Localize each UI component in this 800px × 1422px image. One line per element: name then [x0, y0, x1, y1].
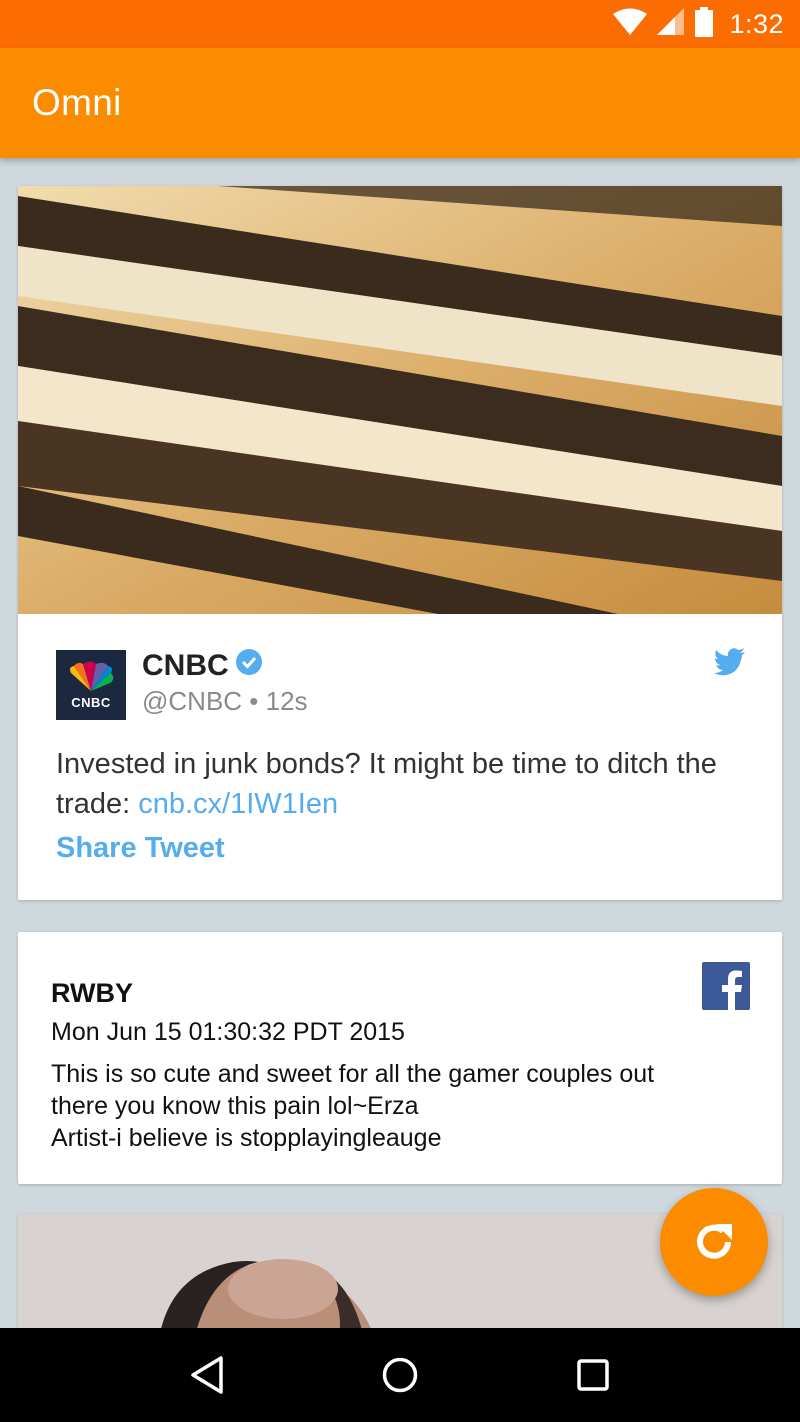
home-icon [382, 1357, 418, 1393]
back-icon [190, 1356, 223, 1394]
recents-icon [577, 1359, 610, 1391]
facebook-text-line: This is so cute and sweet for all the ga… [51, 1060, 655, 1088]
status-bar: 1:32 [0, 0, 800, 48]
tweet-author-name: CNBC [142, 649, 229, 682]
facebook-text-line: Artist-i believe is stopplayingleauge [51, 1124, 442, 1152]
peacock-logo-icon [70, 661, 114, 691]
navigation-bar [0, 1328, 800, 1422]
facebook-post-text: This is so cute and sweet for all the ga… [51, 1058, 751, 1154]
status-icons: 1:32 [613, 6, 784, 42]
feed[interactable]: CNBC CNBC @CNBC • 12s Invested in junk b… [0, 158, 800, 1328]
facebook-card[interactable]: RWBY Mon Jun 15 01:30:32 PDT 2015 This i… [18, 932, 782, 1184]
facebook-icon [702, 962, 750, 1010]
facebook-post-title: RWBY [51, 978, 134, 1008]
app-title: Omni [32, 82, 122, 123]
recents-button[interactable] [563, 1345, 623, 1405]
tweet-author[interactable]: CNBC [142, 648, 263, 684]
wifi-icon [613, 8, 648, 41]
refresh-button[interactable] [660, 1188, 768, 1296]
share-tweet-button[interactable]: Share Tweet [56, 832, 225, 865]
tweet-body: CNBC CNBC @CNBC • 12s Invested in junk b… [18, 614, 782, 900]
home-button[interactable] [370, 1345, 430, 1405]
back-button[interactable] [177, 1345, 237, 1405]
avatar-label: CNBC [71, 694, 111, 710]
status-time: 1:32 [729, 8, 784, 39]
savings-bond-image[interactable] [18, 186, 782, 614]
battery-icon [695, 6, 714, 42]
refresh-icon [697, 1224, 732, 1259]
facebook-post-date: Mon Jun 15 01:30:32 PDT 2015 [51, 1018, 405, 1046]
tweet-link[interactable]: cnb.cx/1IW1Ien [138, 788, 338, 820]
tweet-text: Invested in junk bonds? It might be time… [56, 744, 746, 824]
app-bar: Omni [0, 48, 800, 158]
verified-icon [235, 648, 263, 684]
facebook-text-line: there you know this pain lol~Erza [51, 1092, 419, 1120]
signal-icon [657, 7, 685, 41]
cnbc-avatar[interactable]: CNBC [56, 650, 126, 720]
tweet-card[interactable]: CNBC CNBC @CNBC • 12s Invested in junk b… [18, 186, 782, 900]
tweet-handle-time: @CNBC • 12s [142, 686, 308, 716]
twitter-icon [714, 648, 746, 681]
